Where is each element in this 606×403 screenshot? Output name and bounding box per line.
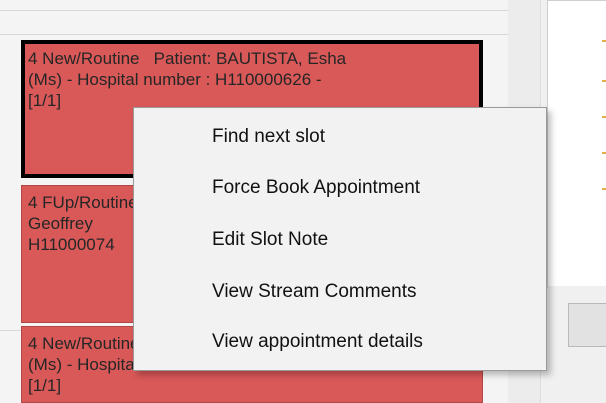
menu-item-label: View Stream Comments — [212, 281, 417, 302]
calendar-header-strip — [0, 0, 540, 10]
menu-item-find-next-slot[interactable]: Find next slot — [135, 114, 545, 160]
menu-item-view-stream-comments[interactable]: View Stream Comments — [135, 269, 545, 315]
menu-item-force-book-appointment[interactable]: Force Book Appointment — [135, 165, 545, 211]
details-marker — [602, 188, 606, 190]
details-panel — [547, 0, 606, 288]
grid-line — [0, 10, 508, 11]
context-menu: Find next slot Force Book Appointment Ed… — [133, 107, 547, 371]
menu-item-label: Edit Slot Note — [212, 229, 329, 250]
menu-item-label: View appointment details — [212, 331, 423, 352]
menu-item-label: Find next slot — [212, 126, 325, 147]
grid-line — [0, 34, 508, 35]
details-marker — [602, 40, 606, 42]
menu-item-label: Force Book Appointment — [212, 177, 421, 198]
menu-item-edit-slot-note[interactable]: Edit Slot Note — [135, 217, 545, 263]
menu-item-view-appointment-details[interactable]: View appointment details — [135, 319, 545, 365]
appointment-slot-text: 4 New/Routine Patient: BAUTISTA, Esha (M… — [28, 49, 347, 110]
panel-button[interactable] — [568, 303, 606, 347]
details-marker — [602, 80, 606, 82]
details-marker — [602, 152, 606, 154]
details-marker — [602, 116, 606, 118]
